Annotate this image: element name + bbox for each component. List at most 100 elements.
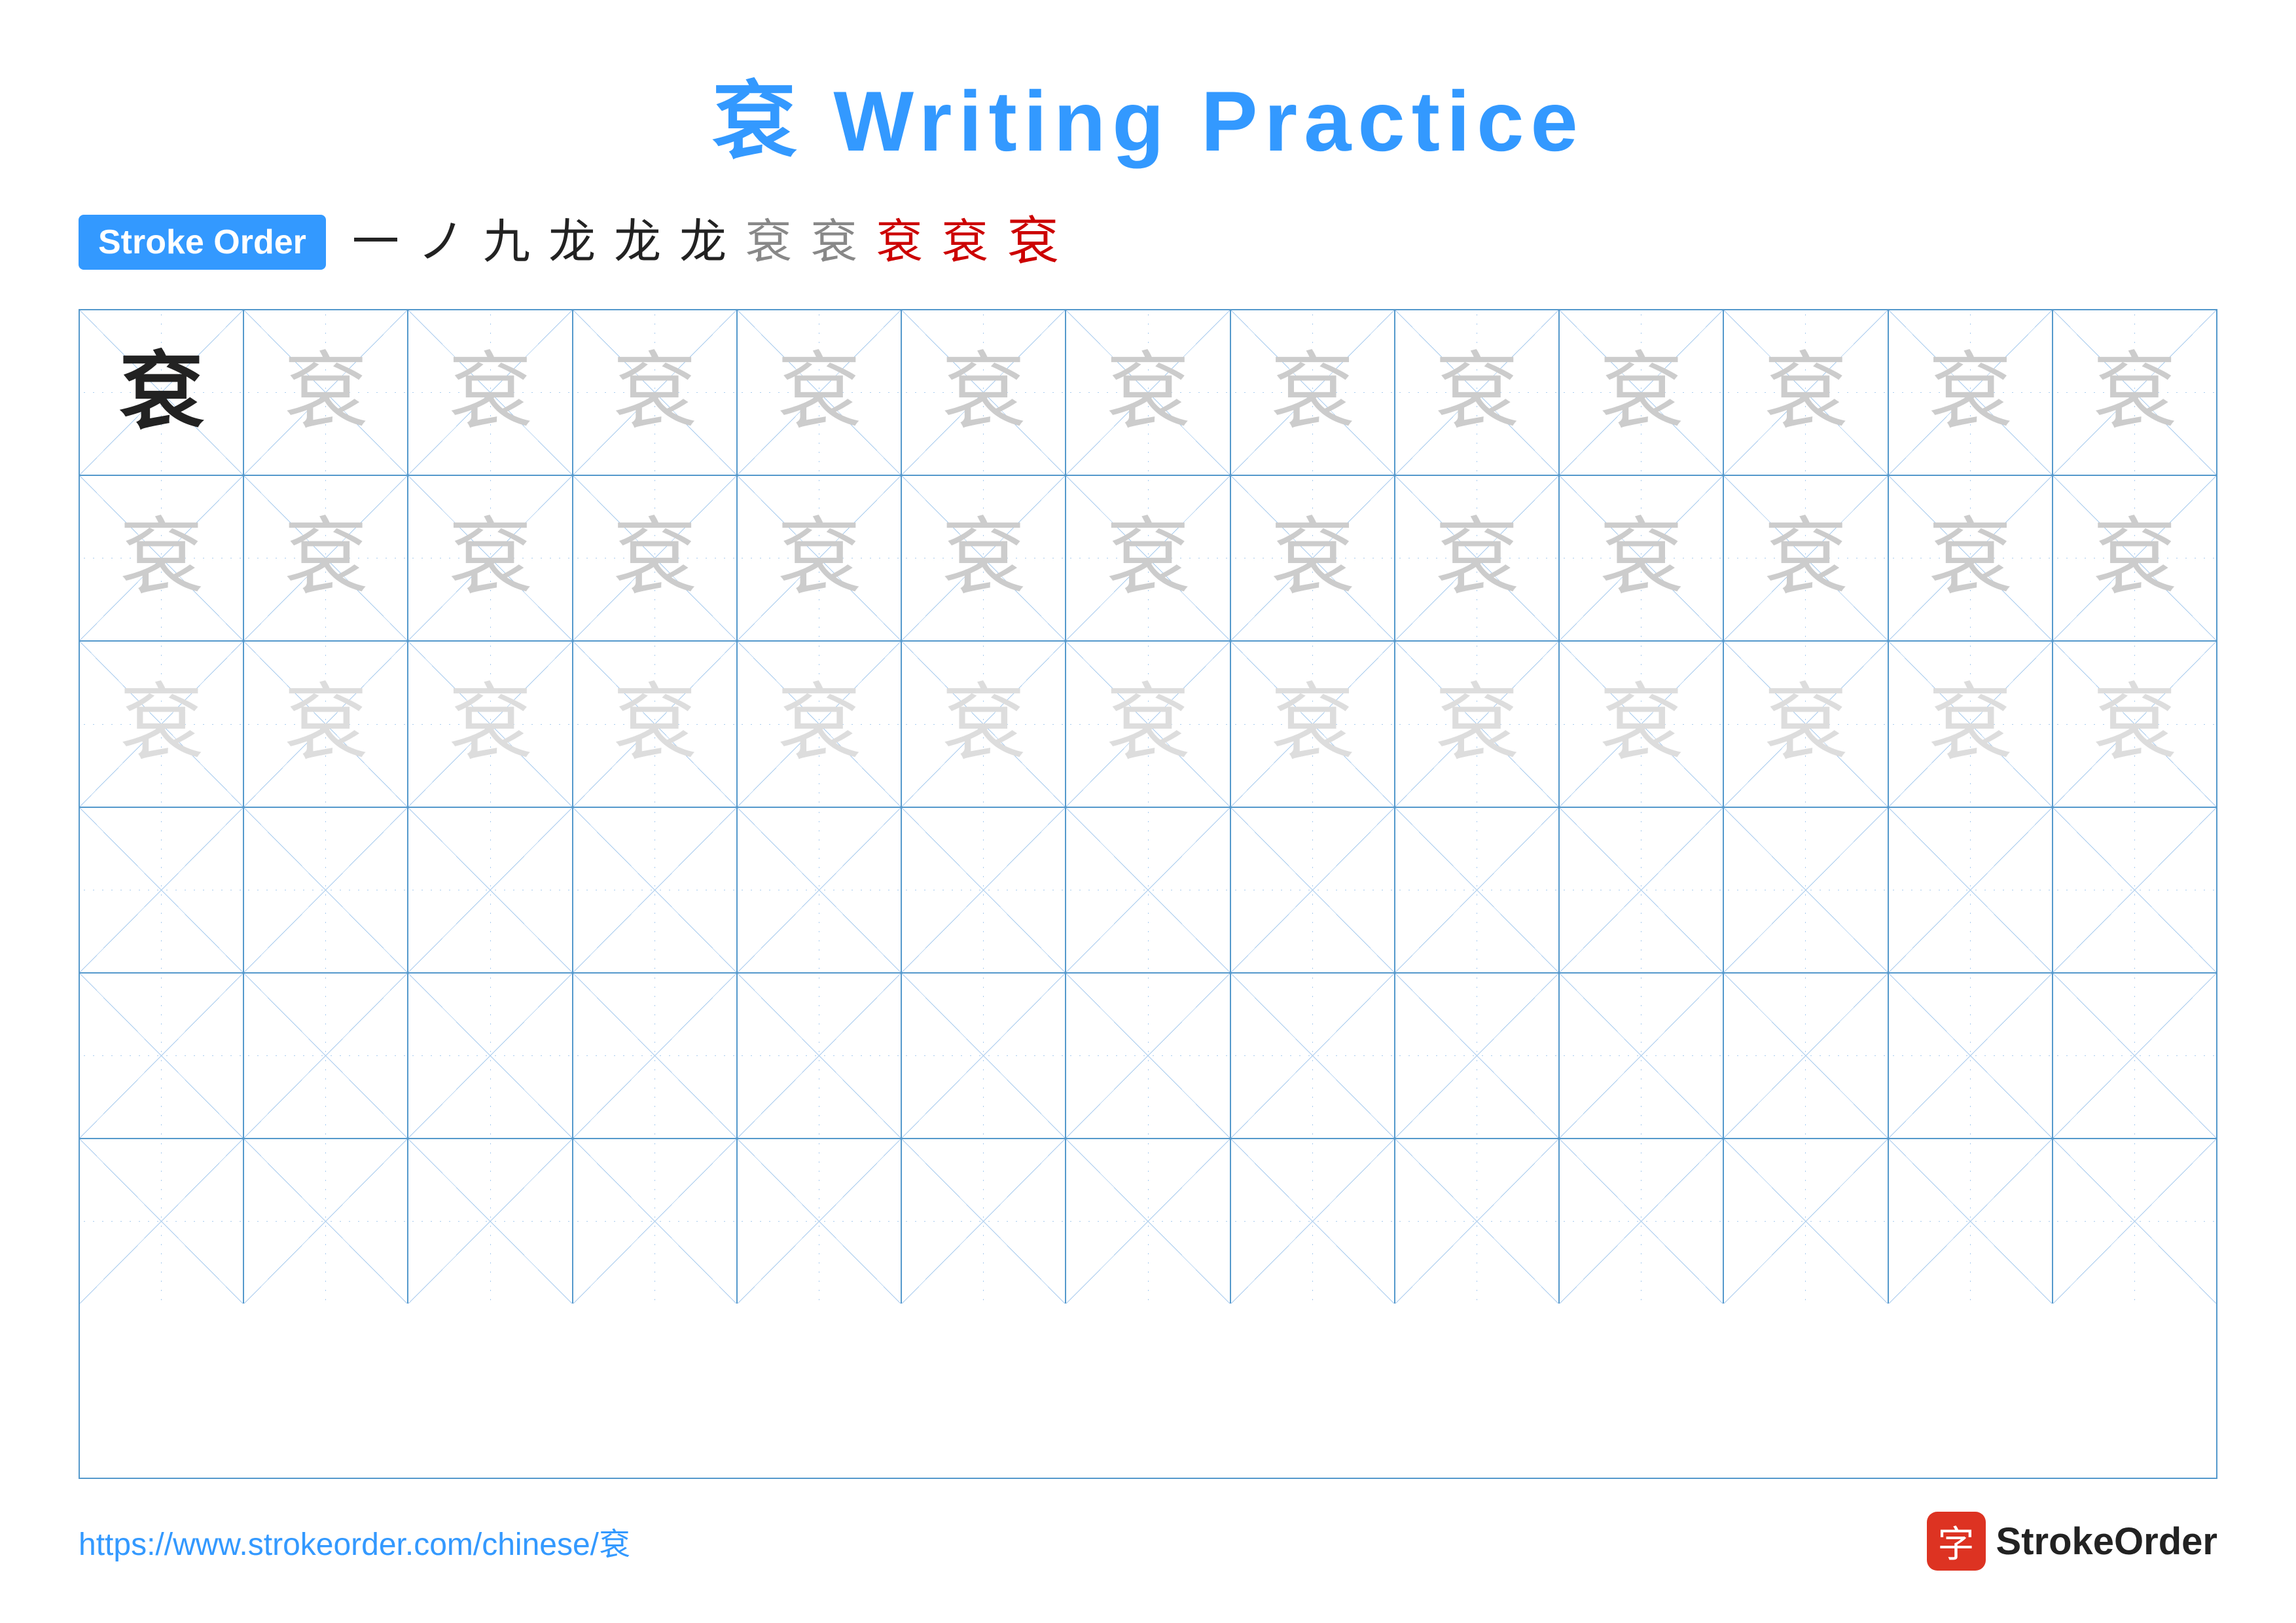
grid-cell-4-11[interactable] bbox=[1724, 808, 1888, 972]
char-display: 袞 bbox=[1928, 350, 2013, 435]
grid-cell-5-7[interactable] bbox=[1066, 974, 1230, 1138]
grid-cell-4-2[interactable] bbox=[244, 808, 408, 972]
char-display: 袞 bbox=[612, 350, 697, 435]
grid-cell-3-12[interactable]: 袞 bbox=[1889, 642, 2053, 806]
grid-cell-1-2[interactable]: 袞 bbox=[244, 310, 408, 475]
char-display: 袞 bbox=[941, 516, 1026, 601]
grid-cell-4-10[interactable] bbox=[1560, 808, 1724, 972]
grid-cell-6-10[interactable] bbox=[1560, 1139, 1724, 1304]
grid-cell-2-13[interactable]: 袞 bbox=[2053, 476, 2216, 640]
grid-cell-2-5[interactable]: 袞 bbox=[738, 476, 902, 640]
char-display: 袞 bbox=[119, 350, 204, 435]
grid-cell-5-12[interactable] bbox=[1889, 974, 2053, 1138]
stroke-step-2: ノ bbox=[418, 219, 465, 266]
grid-cell-5-13[interactable] bbox=[2053, 974, 2216, 1138]
grid-cell-1-13[interactable]: 袞 bbox=[2053, 310, 2216, 475]
grid-cell-4-1[interactable] bbox=[80, 808, 244, 972]
char-display: 袞 bbox=[1105, 682, 1191, 767]
grid-cell-4-4[interactable] bbox=[573, 808, 738, 972]
grid-cell-6-5[interactable] bbox=[738, 1139, 902, 1304]
grid-cell-5-5[interactable] bbox=[738, 974, 902, 1138]
logo-icon-char: 字 bbox=[1938, 1515, 1975, 1568]
grid-cell-1-12[interactable]: 袞 bbox=[1889, 310, 2053, 475]
char-display: 袞 bbox=[2092, 516, 2177, 601]
stroke-step-8: 袞 bbox=[810, 219, 857, 266]
footer-url[interactable]: https://www.strokeorder.com/chinese/袞 bbox=[79, 1518, 630, 1564]
char-display: 袞 bbox=[1105, 516, 1191, 601]
grid-cell-4-5[interactable] bbox=[738, 808, 902, 972]
grid-cell-5-10[interactable] bbox=[1560, 974, 1724, 1138]
grid-cell-3-8[interactable]: 袞 bbox=[1231, 642, 1395, 806]
grid-cell-4-3[interactable] bbox=[408, 808, 573, 972]
char-display: 袞 bbox=[283, 682, 368, 767]
grid-cell-6-8[interactable] bbox=[1231, 1139, 1395, 1304]
char-display: 袞 bbox=[1270, 350, 1355, 435]
grid-cell-3-6[interactable]: 袞 bbox=[902, 642, 1066, 806]
grid-cell-1-4[interactable]: 袞 bbox=[573, 310, 738, 475]
grid-cell-2-10[interactable]: 袞 bbox=[1560, 476, 1724, 640]
grid-cell-3-3[interactable]: 袞 bbox=[408, 642, 573, 806]
grid-cell-3-9[interactable]: 袞 bbox=[1395, 642, 1560, 806]
char-display: 袞 bbox=[612, 682, 697, 767]
grid-cell-3-5[interactable]: 袞 bbox=[738, 642, 902, 806]
grid-cell-2-4[interactable]: 袞 bbox=[573, 476, 738, 640]
grid-cell-3-2[interactable]: 袞 bbox=[244, 642, 408, 806]
grid-cell-3-1[interactable]: 袞 bbox=[80, 642, 244, 806]
grid-cell-6-4[interactable] bbox=[573, 1139, 738, 1304]
stroke-step-4: 龙 bbox=[548, 219, 596, 266]
grid-cell-5-11[interactable] bbox=[1724, 974, 1888, 1138]
stroke-step-6: 龙 bbox=[679, 219, 726, 266]
grid-cell-3-7[interactable]: 袞 bbox=[1066, 642, 1230, 806]
logo-icon: 字 bbox=[1927, 1512, 1986, 1571]
grid-cell-1-3[interactable]: 袞 bbox=[408, 310, 573, 475]
grid-cell-1-8[interactable]: 袞 bbox=[1231, 310, 1395, 475]
grid-cell-5-8[interactable] bbox=[1231, 974, 1395, 1138]
grid-cell-3-13[interactable]: 袞 bbox=[2053, 642, 2216, 806]
grid-cell-6-9[interactable] bbox=[1395, 1139, 1560, 1304]
grid-cell-1-10[interactable]: 袞 bbox=[1560, 310, 1724, 475]
grid-cell-4-7[interactable] bbox=[1066, 808, 1230, 972]
grid-cell-2-1[interactable]: 袞 bbox=[80, 476, 244, 640]
footer-logo: 字 StrokeOrder bbox=[1927, 1512, 2217, 1571]
grid-cell-1-6[interactable]: 袞 bbox=[902, 310, 1066, 475]
grid-cell-6-13[interactable] bbox=[2053, 1139, 2216, 1304]
grid-cell-6-7[interactable] bbox=[1066, 1139, 1230, 1304]
grid-cell-5-4[interactable] bbox=[573, 974, 738, 1138]
grid-cell-1-1[interactable]: 袞 bbox=[80, 310, 244, 475]
grid-cell-2-8[interactable]: 袞 bbox=[1231, 476, 1395, 640]
grid-cell-3-11[interactable]: 袞 bbox=[1724, 642, 1888, 806]
grid-cell-6-12[interactable] bbox=[1889, 1139, 2053, 1304]
grid-cell-2-7[interactable]: 袞 bbox=[1066, 476, 1230, 640]
grid-cell-6-2[interactable] bbox=[244, 1139, 408, 1304]
grid-cell-2-6[interactable]: 袞 bbox=[902, 476, 1066, 640]
grid-cell-4-13[interactable] bbox=[2053, 808, 2216, 972]
page-title: 袞 Writing Practice bbox=[711, 52, 1584, 175]
grid-cell-1-7[interactable]: 袞 bbox=[1066, 310, 1230, 475]
grid-cell-5-6[interactable] bbox=[902, 974, 1066, 1138]
grid-cell-6-11[interactable] bbox=[1724, 1139, 1888, 1304]
grid-cell-2-2[interactable]: 袞 bbox=[244, 476, 408, 640]
grid-cell-5-9[interactable] bbox=[1395, 974, 1560, 1138]
grid-cell-5-2[interactable] bbox=[244, 974, 408, 1138]
grid-cell-2-9[interactable]: 袞 bbox=[1395, 476, 1560, 640]
grid-cell-6-6[interactable] bbox=[902, 1139, 1066, 1304]
grid-cell-1-5[interactable]: 袞 bbox=[738, 310, 902, 475]
char-display: 袞 bbox=[1928, 682, 2013, 767]
grid-cell-6-3[interactable] bbox=[408, 1139, 573, 1304]
char-display: 袞 bbox=[1599, 350, 1684, 435]
grid-cell-1-11[interactable]: 袞 bbox=[1724, 310, 1888, 475]
grid-cell-3-10[interactable]: 袞 bbox=[1560, 642, 1724, 806]
grid-cell-2-3[interactable]: 袞 bbox=[408, 476, 573, 640]
grid-cell-4-12[interactable] bbox=[1889, 808, 2053, 972]
grid-cell-1-9[interactable]: 袞 bbox=[1395, 310, 1560, 475]
grid-cell-2-12[interactable]: 袞 bbox=[1889, 476, 2053, 640]
grid-cell-5-3[interactable] bbox=[408, 974, 573, 1138]
grid-cell-6-1[interactable] bbox=[80, 1139, 244, 1304]
grid-row-6 bbox=[80, 1139, 2216, 1304]
grid-cell-2-11[interactable]: 袞 bbox=[1724, 476, 1888, 640]
grid-cell-4-6[interactable] bbox=[902, 808, 1066, 972]
grid-cell-3-4[interactable]: 袞 bbox=[573, 642, 738, 806]
grid-cell-4-9[interactable] bbox=[1395, 808, 1560, 972]
grid-cell-4-8[interactable] bbox=[1231, 808, 1395, 972]
grid-cell-5-1[interactable] bbox=[80, 974, 244, 1138]
